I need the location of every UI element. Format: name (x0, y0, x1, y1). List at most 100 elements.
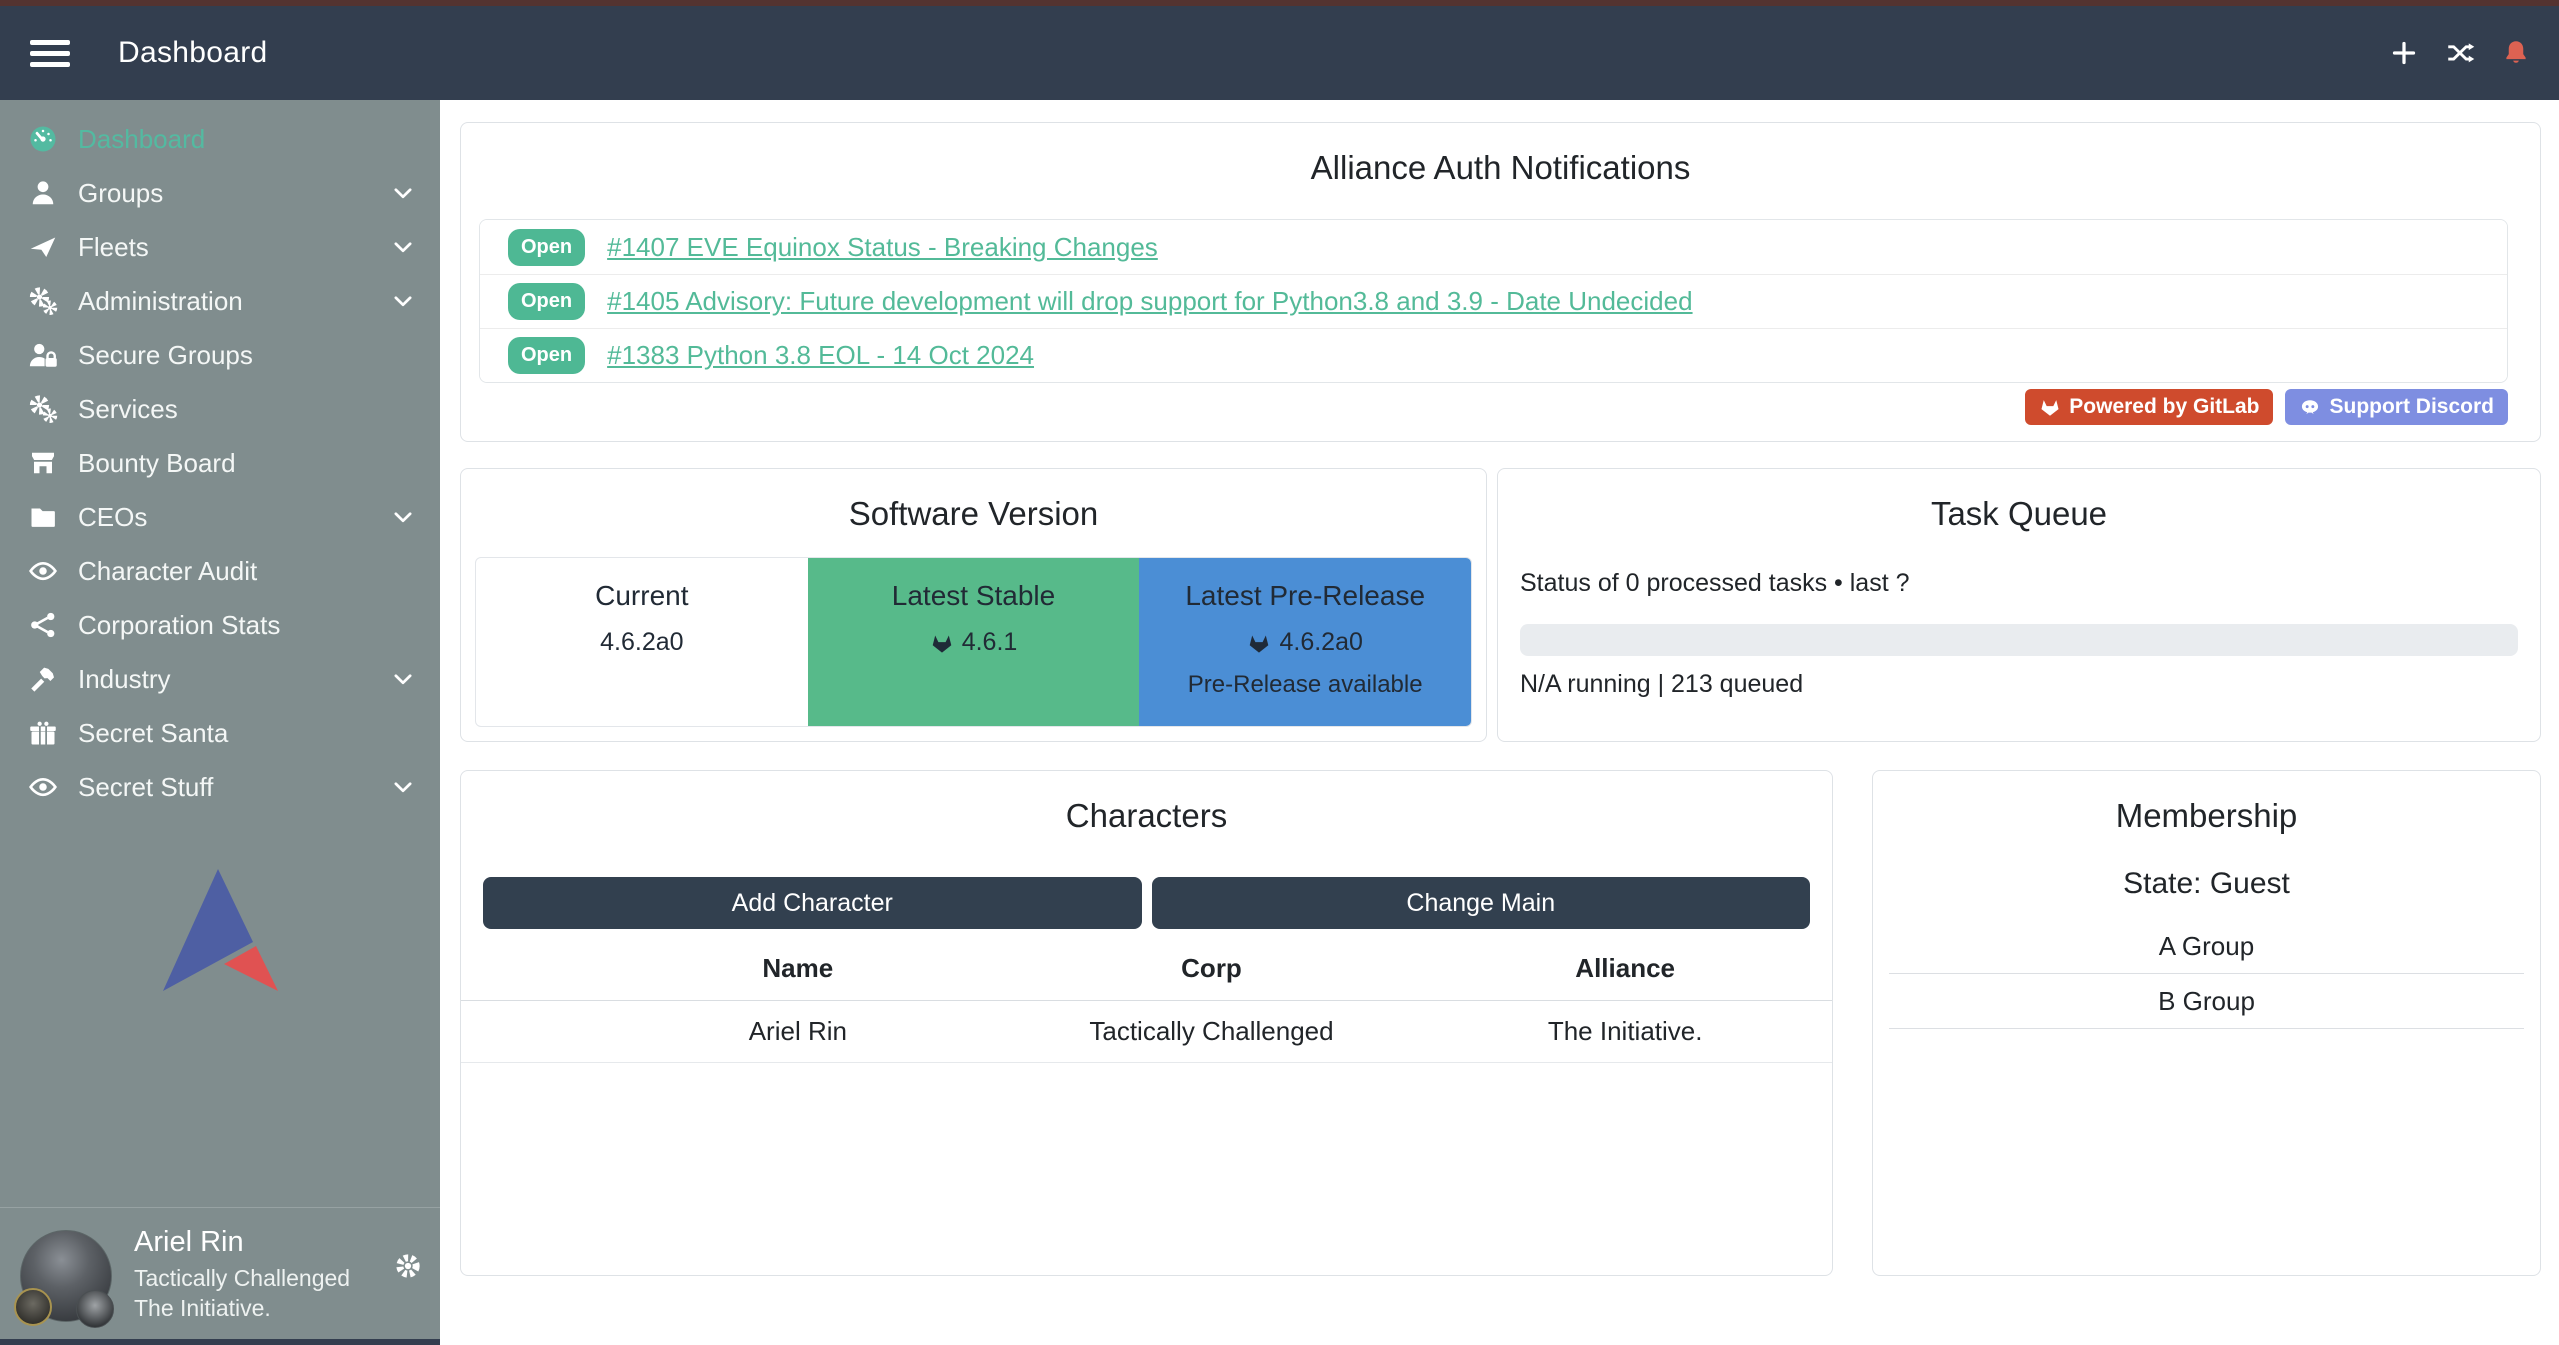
change-main-shuffle-icon[interactable] (2445, 38, 2475, 68)
membership-group-row: B Group (1889, 974, 2524, 1029)
discord-icon (2299, 396, 2321, 418)
task-queue-panel: Task Queue Status of 0 processed tasks •… (1497, 468, 2541, 742)
version-prerelease-value: 4.6.2a0 (1279, 628, 1362, 657)
sidebar-item-administration[interactable]: Administration (0, 274, 440, 328)
gitlab-icon (2039, 396, 2061, 418)
characters-panel: Characters Add Character Change Main Nam… (460, 770, 1833, 1276)
task-queue-footer: N/A running | 213 queued (1520, 670, 2518, 699)
version-current-label: Current (476, 580, 808, 612)
cell-name: Ariel Rin (591, 1016, 1005, 1047)
gitlab-icon (1247, 631, 1271, 655)
hammer-icon (26, 664, 60, 694)
chevron-down-icon (390, 234, 416, 260)
sidebar-item-label: Character Audit (78, 556, 416, 587)
membership-group-row: A Group (1889, 919, 2524, 974)
powered-by-gitlab-badge[interactable]: Powered by GitLab (2025, 389, 2273, 425)
store-icon (26, 448, 60, 478)
user-lock-icon (26, 340, 60, 370)
sidebar-item-dashboard[interactable]: Dashboard (0, 112, 440, 166)
notification-item: Open #1407 EVE Equinox Status - Breaking… (480, 220, 2507, 274)
chevron-down-icon (390, 180, 416, 206)
task-queue-progressbar (1520, 624, 2518, 656)
gitlab-icon (930, 631, 954, 655)
gauge-icon (26, 124, 60, 154)
characters-title: Characters (461, 771, 1832, 835)
notifications-list: Open #1407 EVE Equinox Status - Breaking… (479, 219, 2508, 383)
membership-panel: Membership State: Guest A Group B Group (1872, 770, 2541, 1276)
task-queue-title: Task Queue (1520, 469, 2518, 533)
notifications-bell-icon[interactable] (2501, 38, 2531, 68)
corp-logo-badge (14, 1288, 52, 1326)
table-row: Ariel Rin Tactically Challenged The Init… (461, 1001, 1832, 1063)
sidebar-item-label: Bounty Board (78, 448, 416, 479)
version-prerelease-cell: Latest Pre-Release 4.6.2a0 Pre-Release a… (1139, 558, 1471, 726)
alliance-auth-logo (163, 869, 279, 993)
status-badge: Open (508, 283, 585, 320)
fighter-jet-icon (26, 232, 60, 262)
sidebar-item-label: Secure Groups (78, 340, 416, 371)
notifications-title: Alliance Auth Notifications (461, 123, 2540, 187)
add-character-button[interactable]: Add Character (483, 877, 1142, 929)
characters-table: Name Corp Alliance Ariel Rin Tactically … (461, 953, 1832, 1063)
user-name: Ariel Rin (134, 1226, 350, 1259)
user-corp: Tactically Challenged (134, 1265, 350, 1292)
sidebar-item-label: Secret Santa (78, 718, 416, 749)
sidebar-item-label: Industry (78, 664, 390, 695)
gitlab-badge-label: Powered by GitLab (2069, 395, 2259, 419)
sidebar-item-secret-stuff[interactable]: Secret Stuff (0, 760, 440, 814)
eye-icon (26, 556, 60, 586)
support-discord-badge[interactable]: Support Discord (2285, 389, 2508, 425)
notification-link[interactable]: #1407 EVE Equinox Status - Breaking Chan… (607, 232, 1158, 263)
version-stable-label: Latest Stable (808, 580, 1140, 612)
notification-link[interactable]: #1383 Python 3.8 EOL - 14 Oct 2024 (607, 340, 1034, 371)
sidebar-item-label: Dashboard (78, 124, 416, 155)
user-avatar (20, 1230, 112, 1322)
user-icon (26, 178, 60, 208)
sidebar-item-label: Services (78, 394, 416, 425)
sidebar-item-label: Corporation Stats (78, 610, 416, 641)
top-accent-line (0, 0, 2559, 6)
sidebar-item-label: Secret Stuff (78, 772, 390, 803)
version-prerelease-label: Latest Pre-Release (1139, 580, 1471, 612)
sidebar-item-groups[interactable]: Groups (0, 166, 440, 220)
software-version-box: Current 4.6.2a0 Latest Stable 4.6.1 Late… (475, 557, 1472, 727)
chevron-down-icon (390, 774, 416, 800)
membership-title: Membership (1873, 771, 2540, 835)
header-corp: Corp (1005, 953, 1419, 984)
sidebar-item-secure-groups[interactable]: Secure Groups (0, 328, 440, 382)
user-alliance: The Initiative. (134, 1295, 350, 1322)
share-icon (26, 610, 60, 640)
alliance-logo-badge (76, 1290, 114, 1328)
sidebar-item-bounty-board[interactable]: Bounty Board (0, 436, 440, 490)
gears-icon (26, 286, 60, 316)
status-badge: Open (508, 229, 585, 266)
sidebar-item-secret-santa[interactable]: Secret Santa (0, 706, 440, 760)
sidebar-item-services[interactable]: Services (0, 382, 440, 436)
sidebar-item-label: Fleets (78, 232, 390, 263)
version-stable-cell: Latest Stable 4.6.1 (808, 558, 1140, 726)
chevron-down-icon (390, 288, 416, 314)
sidebar-item-corporation-stats[interactable]: Corporation Stats (0, 598, 440, 652)
chevron-down-icon (390, 504, 416, 530)
sidebar-item-fleets[interactable]: Fleets (0, 220, 440, 274)
sidebar-item-character-audit[interactable]: Character Audit (0, 544, 440, 598)
sidebar-item-ceos[interactable]: CEOs (0, 490, 440, 544)
gears-icon (26, 394, 60, 424)
software-version-panel: Software Version Current 4.6.2a0 Latest … (460, 468, 1487, 742)
sidebar-toggle-hamburger-icon[interactable] (30, 34, 70, 73)
sidebar-item-label: CEOs (78, 502, 390, 533)
sidebar-item-industry[interactable]: Industry (0, 652, 440, 706)
notifications-panel: Alliance Auth Notifications Open #1407 E… (460, 122, 2541, 442)
page-title: Dashboard (118, 36, 267, 70)
notification-link[interactable]: #1405 Advisory: Future development will … (607, 286, 1692, 317)
software-version-title: Software Version (461, 469, 1486, 533)
folder-icon (26, 502, 60, 532)
add-character-plus-icon[interactable] (2389, 38, 2419, 68)
cell-corp: Tactically Challenged (1005, 1016, 1419, 1047)
notification-item: Open #1383 Python 3.8 EOL - 14 Oct 2024 (480, 328, 2507, 382)
change-main-button[interactable]: Change Main (1152, 877, 1811, 929)
header-portrait-spacer (461, 953, 591, 984)
user-settings-gear-icon[interactable] (394, 1252, 422, 1280)
sidebar-item-label: Groups (78, 178, 390, 209)
main-content: Alliance Auth Notifications Open #1407 E… (440, 100, 2559, 1345)
